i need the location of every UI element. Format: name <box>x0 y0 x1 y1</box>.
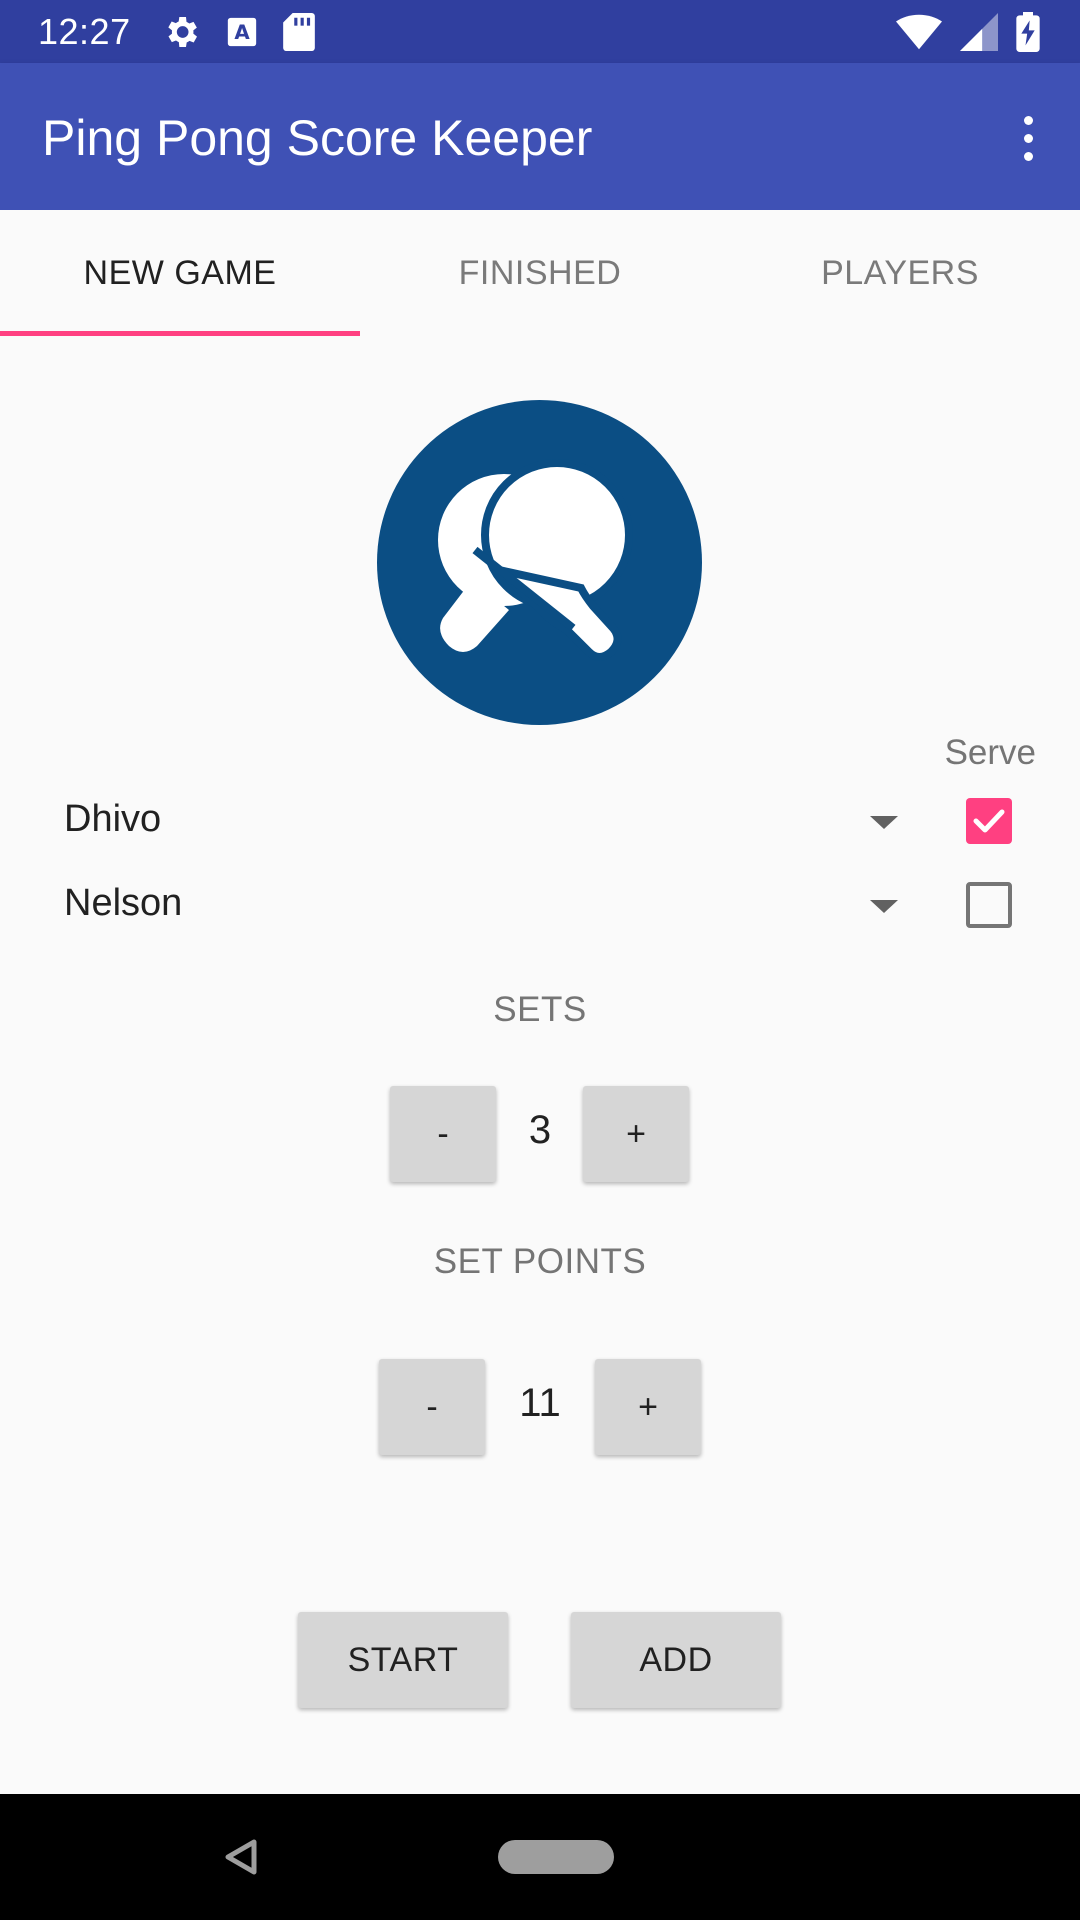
status-time: 12:27 <box>38 10 131 52</box>
serve-label: Serve <box>944 733 1036 772</box>
tab-new-game[interactable]: NEW GAME <box>0 210 360 336</box>
player-select[interactable]: Nelson <box>64 882 182 925</box>
serve-checkbox[interactable] <box>966 882 1012 928</box>
svg-text:A: A <box>234 21 250 44</box>
nav-bar <box>0 1794 1080 1920</box>
status-icons-right <box>896 0 1040 63</box>
dropdown-arrow-icon[interactable] <box>870 816 898 829</box>
status-bar: 12:27 A <box>0 0 1080 63</box>
signal-icon <box>960 12 998 51</box>
sets-plus-button[interactable]: + <box>583 1086 689 1182</box>
add-button[interactable]: ADD <box>571 1612 781 1708</box>
tab-finished[interactable]: FINISHED <box>360 210 720 336</box>
home-button[interactable] <box>498 1840 614 1874</box>
serve-checkbox[interactable] <box>966 798 1012 844</box>
tab-indicator <box>0 331 360 336</box>
wifi-icon <box>896 14 942 50</box>
check-icon <box>973 809 1005 833</box>
sets-stepper: - 3 + <box>0 1086 1080 1186</box>
tab-players[interactable]: PLAYERS <box>720 210 1080 336</box>
sets-label: SETS <box>493 990 587 1029</box>
player-row: Nelson <box>0 866 1080 946</box>
set-points-label: SET POINTS <box>433 1242 647 1281</box>
app-bar: Ping Pong Score Keeper <box>0 63 1080 210</box>
player-row: Dhivo <box>0 782 1080 862</box>
set-points-value: 11 <box>519 1381 561 1425</box>
back-icon[interactable] <box>222 1838 258 1881</box>
start-button[interactable]: START <box>298 1612 508 1708</box>
set-points-minus-button[interactable]: - <box>379 1359 485 1455</box>
sets-value: 3 <box>528 1108 552 1152</box>
ping-pong-paddle-icon <box>377 400 702 725</box>
set-points-plus-button[interactable]: + <box>595 1359 701 1455</box>
tab-bar: NEW GAME FINISHED PLAYERS <box>0 210 1080 336</box>
set-points-stepper: - 11 + <box>0 1359 1080 1459</box>
player-select[interactable]: Dhivo <box>64 798 161 841</box>
app-title: Ping Pong Score Keeper <box>42 110 593 166</box>
status-icons-left: A <box>161 12 315 52</box>
more-vert-icon[interactable] <box>998 103 1058 173</box>
a-icon: A <box>225 15 259 49</box>
sets-minus-button[interactable]: - <box>390 1086 496 1182</box>
dropdown-arrow-icon[interactable] <box>870 900 898 913</box>
gear-icon <box>161 12 201 52</box>
battery-charging-icon <box>1016 11 1040 52</box>
sd-card-icon <box>282 12 315 51</box>
